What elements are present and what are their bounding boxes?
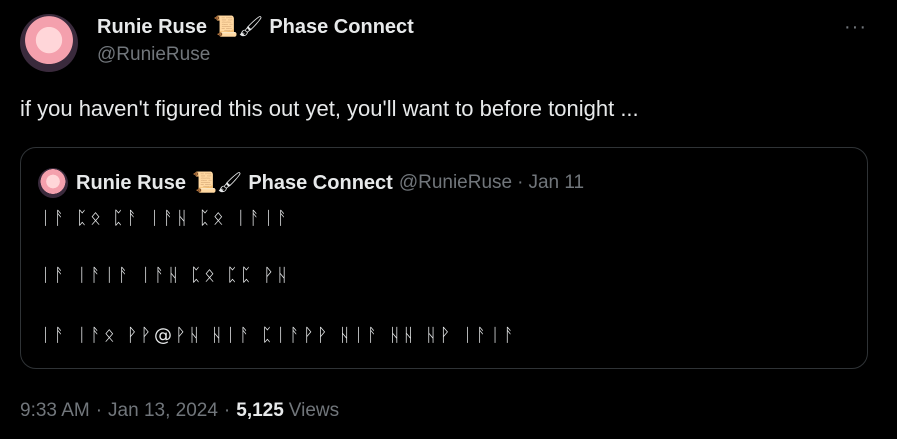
separator-dot: ·	[95, 400, 103, 421]
scroll-brush-emoji-icon: 📜🖌	[213, 16, 264, 38]
author-avatar[interactable]	[20, 14, 78, 72]
more-options-icon[interactable]: ···	[844, 16, 867, 39]
author-display-name[interactable]: Runie Ruse	[97, 16, 207, 39]
quoted-tweet-line-3: ᛁᚨ ᛁᚨᛟ ᚹᚹ@ᚹᚺ ᚺᛁᚨ ᛈᛁᚨᚹᚹ ᚺᛁᚨ ᚺᚺ ᚺᚹ ᛁᚨᛁᚨ	[40, 325, 518, 346]
quoted-author-display-name: Runie Ruse	[76, 171, 187, 194]
tweet-text: if you haven't figured this out yet, you…	[20, 96, 639, 121]
tweet-header: Runie Ruse 📜🖌 Phase Connect @RunieRuse	[97, 12, 414, 66]
scroll-brush-emoji-icon: 📜🖌	[192, 172, 243, 194]
separator-dot: ·	[223, 400, 231, 421]
quoted-author-avatar	[38, 168, 68, 198]
quoted-tweet-line-1: ᛁᚨ ᛈᛟ ᛈᚨ ᛁᚨᚺ ᛈᛟ ᛁᚨᛁᚨ	[40, 208, 291, 229]
separator-dot: ·	[517, 172, 524, 193]
tweet-time[interactable]: 9:33 AM	[20, 400, 90, 422]
views-count[interactable]: 5,125	[236, 400, 284, 422]
author-affiliation[interactable]: Phase Connect	[269, 16, 413, 39]
quoted-tweet-date[interactable]: Jan 11	[528, 172, 584, 194]
quoted-tweet-header: Runie Ruse 📜🖌 Phase Connect @RunieRuse ·…	[76, 168, 584, 198]
tweet-footer: 9:33 AM · Jan 13, 2024 · 5,125 Views	[20, 400, 339, 422]
views-label[interactable]: Views	[289, 400, 339, 422]
quoted-tweet[interactable]: Runie Ruse 📜🖌 Phase Connect @RunieRuse ·…	[20, 147, 868, 369]
name-row: Runie Ruse 📜🖌 Phase Connect	[97, 12, 414, 42]
quoted-tweet-line-2: ᛁᚨ ᛁᚨᛁᚨ ᛁᚨᚺ ᛈᛟ ᛈᛈ ᚹᚺ	[40, 265, 291, 286]
quoted-author-affiliation: Phase Connect	[248, 171, 393, 194]
quoted-author-handle: @RunieRuse	[398, 172, 513, 193]
author-handle[interactable]: @RunieRuse	[97, 44, 414, 66]
tweet-date[interactable]: Jan 13, 2024	[108, 400, 218, 422]
